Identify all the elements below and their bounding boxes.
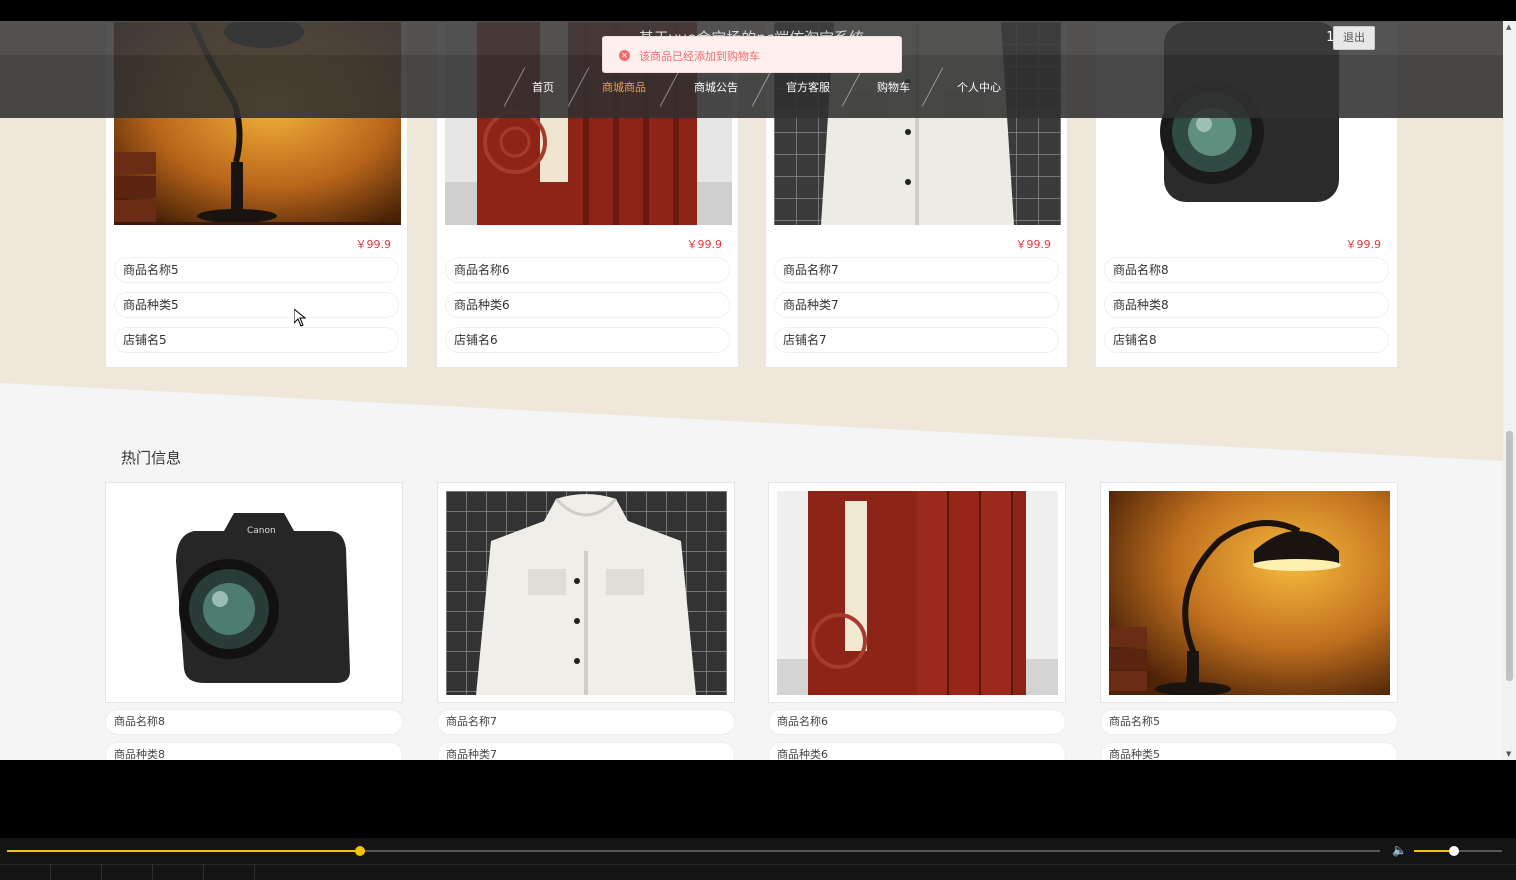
toolbar-divider	[50, 865, 51, 880]
product-name: 商品名称6	[445, 257, 730, 283]
hot-item-name: 商品名称7	[437, 709, 735, 735]
hot-item-name: 商品名称5	[1100, 709, 1398, 735]
hot-item-card[interactable]	[768, 482, 1066, 703]
scroll-down-arrow-icon[interactable]: ▼	[1506, 750, 1511, 758]
product-name: 商品名称7	[774, 257, 1059, 283]
hot-item-card[interactable]	[437, 482, 735, 703]
hot-item-category: 商品种类6	[768, 742, 1066, 760]
seek-bar[interactable]	[7, 846, 1380, 856]
product-price: ￥99.9	[1345, 238, 1382, 251]
nav-item-home[interactable]: 首页	[532, 79, 554, 95]
hot-item-category: 商品种类7	[437, 742, 735, 760]
browser-viewport: ￥99.9 商品名称5 商品种类5 店铺名5 ￥99.9 商品名称6 商品种类6	[0, 21, 1503, 760]
nav-item-notices[interactable]: 商城公告	[694, 79, 738, 95]
volume-handle[interactable]	[1448, 846, 1459, 856]
toolbar-divider	[152, 865, 153, 880]
error-icon: ✕	[619, 50, 630, 61]
nav-divider	[921, 67, 944, 107]
lamp-image	[1109, 491, 1390, 695]
product-price: ￥99.9	[1015, 238, 1052, 251]
product-category: 商品种类5	[114, 292, 399, 318]
product-category: 商品种类7	[774, 292, 1059, 318]
hot-item-category: 商品种类8	[105, 742, 403, 760]
hot-item-card[interactable]: Canon	[105, 482, 403, 703]
player-toolbar	[0, 864, 1516, 880]
hot-item-card[interactable]	[1100, 482, 1398, 703]
nav-item-cart[interactable]: 购物车	[877, 79, 910, 95]
camera-image: Canon	[114, 491, 395, 695]
jacket-image	[446, 491, 727, 695]
toolbar-divider	[254, 865, 255, 880]
hot-item-image-lamp[interactable]	[1109, 491, 1390, 695]
section-title: 热门信息	[121, 449, 182, 467]
scrollbar-thumb[interactable]	[1506, 431, 1513, 681]
screen: ￥99.9 商品名称5 商品种类5 店铺名5 ￥99.9 商品名称6 商品种类6	[0, 0, 1516, 880]
product-category: 商品种类6	[445, 292, 730, 318]
seek-bar-progress	[7, 850, 360, 852]
volume-level	[1414, 850, 1454, 852]
logout-button[interactable]: 退出	[1333, 26, 1375, 50]
toolbar-divider	[101, 865, 102, 880]
hot-item-image-books[interactable]	[777, 491, 1058, 695]
hot-item-category: 商品种类5	[1100, 742, 1398, 760]
nav-item-service[interactable]: 官方客服	[786, 79, 830, 95]
product-category: 商品种类8	[1104, 292, 1389, 318]
camera-brand-label: Canon	[247, 526, 276, 536]
toast-text: 该商品已经添加到购物车	[639, 50, 760, 63]
product-shop: 店铺名8	[1104, 327, 1389, 353]
nav-divider	[659, 67, 682, 107]
nav-item-products[interactable]: 商城商品	[602, 79, 646, 95]
product-shop: 店铺名7	[774, 327, 1059, 353]
seek-handle[interactable]	[354, 846, 365, 856]
toast-message: ✕ 该商品已经添加到购物车	[602, 36, 902, 73]
nav-divider	[841, 67, 864, 107]
hot-item-name: 商品名称6	[768, 709, 1066, 735]
toolbar-divider	[203, 865, 204, 880]
video-player-controls: 🔈	[0, 838, 1516, 880]
scroll-up-arrow-icon[interactable]: ▲	[1506, 23, 1511, 31]
product-price: ￥99.9	[686, 238, 723, 251]
nav-divider	[503, 67, 526, 107]
product-shop: 店铺名6	[445, 327, 730, 353]
nav-divider	[567, 67, 590, 107]
product-name: 商品名称5	[114, 257, 399, 283]
hot-item-image-jacket[interactable]	[446, 491, 727, 695]
speaker-icon[interactable]: 🔈	[1392, 843, 1407, 857]
product-name: 商品名称8	[1104, 257, 1389, 283]
volume-slider[interactable]	[1414, 846, 1502, 856]
mouse-cursor-icon	[294, 309, 306, 327]
hot-item-image-camera[interactable]: Canon	[114, 491, 395, 695]
page-scrollbar[interactable]: ▲ ▼	[1503, 21, 1516, 760]
product-shop: 店铺名5	[114, 327, 399, 353]
product-price: ￥99.9	[355, 238, 392, 251]
books-image	[777, 491, 1058, 695]
nav-item-profile[interactable]: 个人中心	[957, 79, 1001, 95]
hot-item-name: 商品名称8	[105, 709, 403, 735]
nav-divider	[751, 67, 774, 107]
